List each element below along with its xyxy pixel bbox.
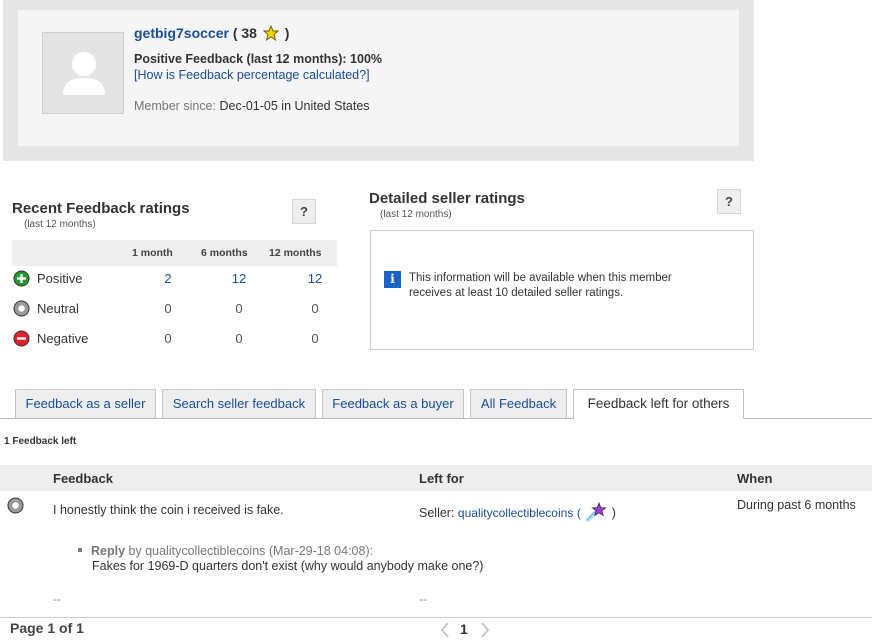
detailed-ratings-message: This information will be available when … [409, 272, 672, 299]
detailed-ratings-title: Detailed seller ratings [369, 190, 525, 207]
reply-label: Reply [91, 544, 126, 558]
tab-search-seller-feedback[interactable]: Search seller feedback [162, 389, 316, 418]
recent-ratings-title: Recent Feedback ratings [12, 200, 190, 217]
ratings-header-row: 1 month 6 months 12 months [12, 240, 337, 266]
profile-card-inner: getbig7soccer ( 38 ) Positive Feedback (… [18, 10, 739, 146]
negative-12-months: 0 [311, 331, 319, 346]
negative-icon [13, 330, 30, 347]
member-since-value: Dec-01-05 in United States [219, 99, 370, 113]
negative-6-months: 0 [235, 331, 243, 346]
seller-link[interactable]: qualitycollectiblecoins [458, 506, 573, 520]
positive-1-month[interactable]: 2 [153, 271, 183, 286]
header-feedback: Feedback [53, 471, 113, 486]
rating-label: Positive [37, 271, 83, 286]
reply-text: Fakes for 1969-D quarters don't exist (w… [92, 559, 484, 573]
reply-author: by qualitycollectiblecoins (Mar-29-18 04… [128, 544, 374, 558]
member-since: Member since: Dec-01-05 in United States [134, 99, 370, 113]
tab-feedback-as-buyer[interactable]: Feedback as a buyer [322, 389, 464, 418]
positive-6-months[interactable]: 12 [224, 271, 254, 286]
username-line: getbig7soccer ( 38 ) [134, 24, 290, 42]
price-placeholder-dash: -- [419, 592, 427, 606]
yellow-star-icon[interactable] [262, 24, 280, 42]
profile-card: getbig7soccer ( 38 ) Positive Feedback (… [3, 0, 754, 161]
person-placeholder-icon [63, 52, 105, 95]
ratings-row-negative: Negative 0 0 0 [12, 326, 337, 356]
role-label: Seller: [419, 506, 455, 520]
ratings-row-positive: Positive 2 12 12 [12, 266, 337, 296]
neutral-icon [7, 497, 24, 514]
recent-ratings-help-button[interactable]: ? [292, 199, 316, 224]
item-placeholder-dash: -- [53, 592, 61, 606]
feedback-comment: I honestly think the coin i received is … [53, 503, 284, 517]
chevron-left-icon[interactable] [438, 621, 452, 639]
feedback-count: 1 Feedback left [4, 436, 77, 447]
detailed-ratings-help-button[interactable]: ? [717, 189, 741, 214]
username-link[interactable]: getbig7soccer [134, 25, 229, 41]
how-calculated-link[interactable]: [How is Feedback percentage calculated?] [134, 68, 370, 82]
tab-feedback-as-seller[interactable]: Feedback as a seller [15, 389, 156, 418]
reply-line: Reply by qualitycollectiblecoins (Mar-29… [78, 543, 373, 559]
positive-icon [13, 270, 30, 287]
positive-feedback-line: Positive Feedback (last 12 months): 100% [134, 52, 383, 66]
neutral-1-month: 0 [164, 301, 172, 316]
col-12-months: 12 months [269, 247, 322, 259]
col-1-month: 1 month [132, 247, 173, 259]
info-icon: i [384, 271, 401, 288]
header-when: When [737, 471, 773, 486]
detailed-ratings-box: i This information will be available whe… [370, 230, 754, 350]
neutral-icon [13, 300, 30, 317]
left-for-cell: Seller: qualitycollectiblecoins ( ) [419, 501, 616, 522]
rating-label: Neutral [37, 301, 79, 316]
neutral-6-months: 0 [235, 301, 243, 316]
positive-12-months[interactable]: 12 [300, 271, 330, 286]
recent-ratings-table: 1 month 6 months 12 months Positive 2 12… [12, 240, 337, 356]
rating-label: Negative [37, 331, 89, 346]
score-open: ( [232, 25, 238, 41]
feedback-when: During past 6 months [737, 498, 856, 512]
score-close: ) [284, 25, 290, 41]
tab-all-feedback[interactable]: All Feedback [470, 389, 567, 418]
feedback-score[interactable]: 38 [241, 25, 257, 41]
col-6-months: 6 months [201, 247, 248, 259]
recent-ratings-subtitle: (last 12 months) [24, 219, 96, 230]
current-page[interactable]: 1 [460, 621, 468, 637]
table-bottom-divider [0, 617, 872, 618]
shooting-star-icon[interactable] [585, 501, 607, 522]
header-left-for: Left for [419, 471, 464, 486]
ratings-row-neutral: Neutral 0 0 0 [12, 296, 337, 326]
positive-percentage: 100% [350, 52, 383, 66]
avatar [42, 32, 124, 114]
neutral-12-months: 0 [311, 301, 319, 316]
page-info: Page 1 of 1 [10, 620, 84, 636]
chevron-right-icon[interactable] [478, 621, 492, 639]
feedback-table-header: Feedback Left for When [0, 465, 872, 491]
tab-feedback-left-for-others[interactable]: Feedback left for others [573, 389, 744, 419]
bullet [78, 548, 82, 552]
negative-1-month: 0 [164, 331, 172, 346]
detailed-ratings-subtitle: (last 12 months) [380, 209, 452, 220]
